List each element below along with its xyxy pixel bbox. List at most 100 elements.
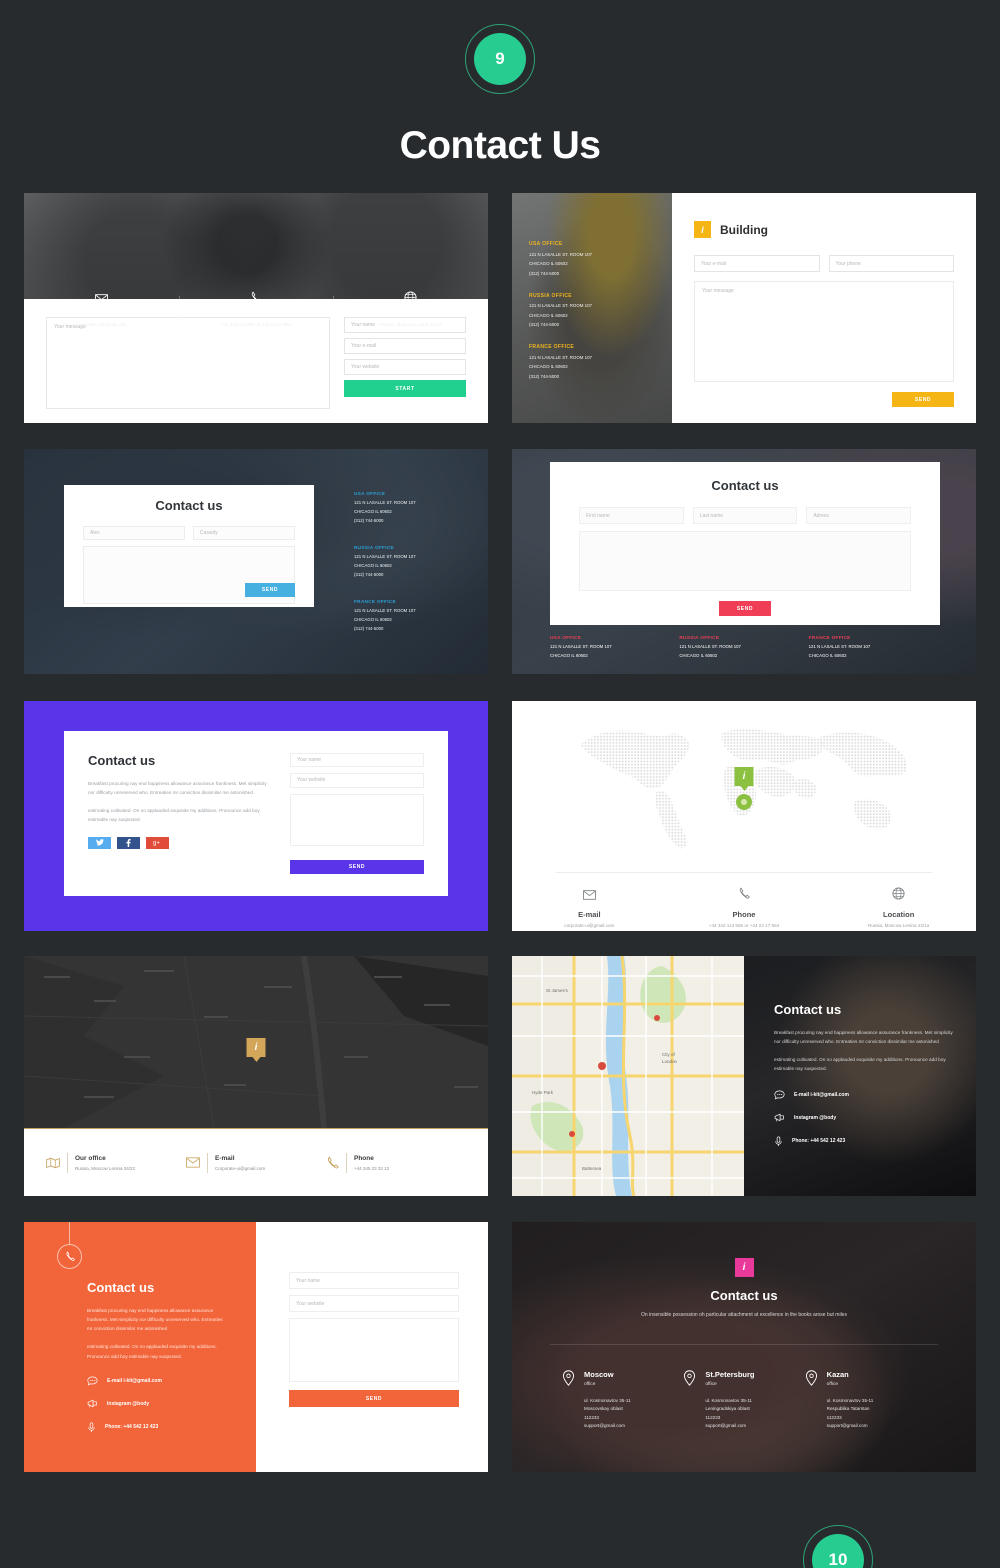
contact-card-3: Contact us Alex Cassidy SEND USA OFFICE … xyxy=(24,449,488,674)
office-line: 121 N LASALLE ST. ROOM 107 xyxy=(529,251,592,257)
twitter-icon[interactable] xyxy=(88,836,111,849)
card2-office-russia: RUSSIA OFFICE 121 N LASALLE ST. ROOM 107… xyxy=(529,293,672,328)
card2-phone-input[interactable]: Your phone xyxy=(828,255,954,272)
card2-input-row: Your e-mail Your phone xyxy=(694,255,954,272)
card10-office-stpetersburg: St.Petersburg office ul. Kosmonavtov 35-… xyxy=(683,1370,804,1431)
card1-email-title: E-mail xyxy=(89,308,114,318)
address-line: support@gmail.com xyxy=(584,1423,625,1429)
card8-contact-list: E-mail i-kit@gmail.com Instagram @body P… xyxy=(774,1090,956,1147)
card9-message-textarea[interactable] xyxy=(289,1318,459,1382)
card9-paragraph-2: estimating cultivated. On no applauded e… xyxy=(87,1344,217,1359)
office-name: USA OFFICE xyxy=(354,491,386,496)
card8-contact-label: Instagram @body xyxy=(794,1114,837,1121)
card1-location-value: Russia, Moscow Lenina 22/1a xyxy=(380,321,442,327)
card9-submit-button[interactable]: SEND xyxy=(289,1390,459,1407)
globe-icon xyxy=(333,290,488,304)
grid-row-5: Contact us Breakfast procuring nay end h… xyxy=(24,1222,976,1472)
card6-phone-title: Phone xyxy=(732,910,756,919)
card1-phone-value: +44 342 113 555 or +44 22 17 654 xyxy=(220,321,292,327)
page-title: Contact Us xyxy=(399,124,601,167)
office-line: 121 N LASALLE ST. ROOM 107 xyxy=(550,644,612,649)
office-name: USA OFFICE xyxy=(550,635,582,640)
google-plus-icon[interactable]: g+ xyxy=(146,836,169,849)
card4-last-name-input[interactable]: Last name xyxy=(692,507,798,524)
card5-message-textarea[interactable] xyxy=(290,793,424,847)
card9-contact-email: E-mail i-kit@gmail.com xyxy=(87,1376,256,1386)
contact-card-5: Contact us Breakfast procuring nay end h… xyxy=(24,701,488,931)
address-line: support@gmail.com xyxy=(826,1423,868,1429)
card5-submit-button[interactable]: SEND xyxy=(290,860,424,874)
office-name: RUSSIA OFFICE xyxy=(679,635,720,640)
office-line: (312) 744-5000 xyxy=(354,572,384,577)
card3-first-name-input[interactable]: Alex xyxy=(83,526,185,540)
card5-form: Your name Your website SEND xyxy=(274,753,424,874)
location-pin-icon xyxy=(684,1370,696,1386)
card9-contact-list: E-mail i-kit@gmail.com Instagram @body P… xyxy=(87,1376,256,1433)
office-name: RUSSIA OFFICE xyxy=(354,545,394,550)
card2-message-textarea[interactable]: Your message xyxy=(694,281,954,382)
location-pin-icon xyxy=(562,1370,575,1386)
card9-form: Your name Your website SEND xyxy=(256,1222,488,1472)
card6-location-value: Russia, Moscow Lenina 22/1a xyxy=(868,923,930,928)
office-line: CHICAGO IL 60602 xyxy=(354,509,392,514)
card2-email-input[interactable]: Your e-mail xyxy=(694,255,820,272)
card4-address-input[interactable]: Adress xyxy=(806,507,912,524)
address-line: Leningradskiya oblast xyxy=(705,1406,750,1412)
card4-first-name-input[interactable]: First name xyxy=(579,507,684,524)
card7-item-office: Our office Russia, Moscow Lenina 34/22 xyxy=(46,1152,186,1173)
office-line: 121 N LASALLE ST. ROOM 107 xyxy=(354,500,416,505)
card8-content: Contact us Breakfast procuring nay end h… xyxy=(774,1002,956,1160)
office-line: CHICAGO IL 60602 xyxy=(354,617,392,622)
card6-email-title: E-mail xyxy=(578,910,601,919)
card5-website-input[interactable]: Your website xyxy=(290,773,424,788)
card1-col-location: Location Russia, Moscow Lenina 22/1a xyxy=(333,290,488,327)
office-line: 121 N LASALLE ST. ROOM 107 xyxy=(529,354,592,360)
map-icon xyxy=(46,1157,60,1168)
address-line: ul. Kosmonavtov 35-11 xyxy=(705,1398,752,1403)
contact-card-6: i E-mail corporate-ui@gmail.com Phone +4… xyxy=(512,701,976,931)
divider xyxy=(556,872,932,873)
office-line: (312) 744-5000 xyxy=(354,626,384,631)
card3-last-name-input[interactable]: Cassidy xyxy=(193,526,295,540)
card7-contact-bar: Our office Russia, Moscow Lenina 34/22 E… xyxy=(24,1128,488,1196)
card9-website-input[interactable]: Your website xyxy=(289,1295,459,1312)
card10-address: ul. Kosmonavtov 35-11 Respublika Tatarst… xyxy=(827,1397,874,1431)
microphone-icon xyxy=(88,1422,95,1432)
microphone-icon xyxy=(775,1136,782,1146)
svg-text:Hyde Park: Hyde Park xyxy=(532,1090,554,1095)
map-pin-marker[interactable]: i xyxy=(246,1038,266,1062)
card3-offices: USA OFFICE 121 N LASALLE ST. ROOM 107 CH… xyxy=(354,491,416,653)
chat-icon xyxy=(774,1090,785,1100)
card10-address: ul. Kosmonavtov 35-11 Leningradskiya obl… xyxy=(705,1397,754,1431)
card7-item-email: E-mail Corporate-ui@gmail.com xyxy=(186,1152,326,1173)
card3-form-panel: Contact us Alex Cassidy SEND xyxy=(64,485,314,607)
office-name: USA OFFICE xyxy=(529,241,563,247)
card4-input-row: First name Last name Adress xyxy=(579,507,912,524)
card5-name-input[interactable]: Your name xyxy=(290,753,424,768)
info-icon: i xyxy=(694,221,711,238)
card5-paragraph-2: estimating cultivated. On no applauded e… xyxy=(88,808,260,823)
office-line: 121 N LASALLE ST. ROOM 107 xyxy=(354,608,416,613)
card2-submit-button[interactable]: SEND xyxy=(892,392,954,407)
office-name: RUSSIA OFFICE xyxy=(529,292,572,299)
globe-icon xyxy=(892,887,905,900)
office-line: (312) 744-5000 xyxy=(529,322,560,327)
card4-submit-button[interactable]: SEND xyxy=(719,601,771,616)
card8-contact-email: E-mail i-kit@gmail.com xyxy=(774,1090,956,1100)
phone-icon xyxy=(739,887,750,899)
section-number-badge: 9 xyxy=(465,24,535,94)
card8-contact-label: E-mail i-kit@gmail.com xyxy=(794,1091,849,1098)
card3-submit-button[interactable]: SEND xyxy=(245,583,295,597)
card10-office-label: office xyxy=(705,1382,717,1387)
card4-message-textarea[interactable] xyxy=(579,531,911,591)
office-name: FRANCE OFFICE xyxy=(354,599,396,604)
office-line: CHICAGO IL 60602 xyxy=(529,364,568,369)
dark-map-image[interactable]: i xyxy=(24,956,488,1128)
street-map-image[interactable]: St James's City of London Hyde Park Batter… xyxy=(512,956,744,1196)
card9-name-input[interactable]: Your name xyxy=(289,1272,459,1289)
card9-contact-instagram: Instagram @body xyxy=(87,1399,256,1409)
card9-title: Contact us xyxy=(87,1280,155,1295)
card7-office-value: Russia, Moscow Lenina 34/22 xyxy=(75,1165,136,1171)
card10-city: Kazan xyxy=(826,1370,849,1379)
facebook-icon[interactable] xyxy=(117,836,140,849)
